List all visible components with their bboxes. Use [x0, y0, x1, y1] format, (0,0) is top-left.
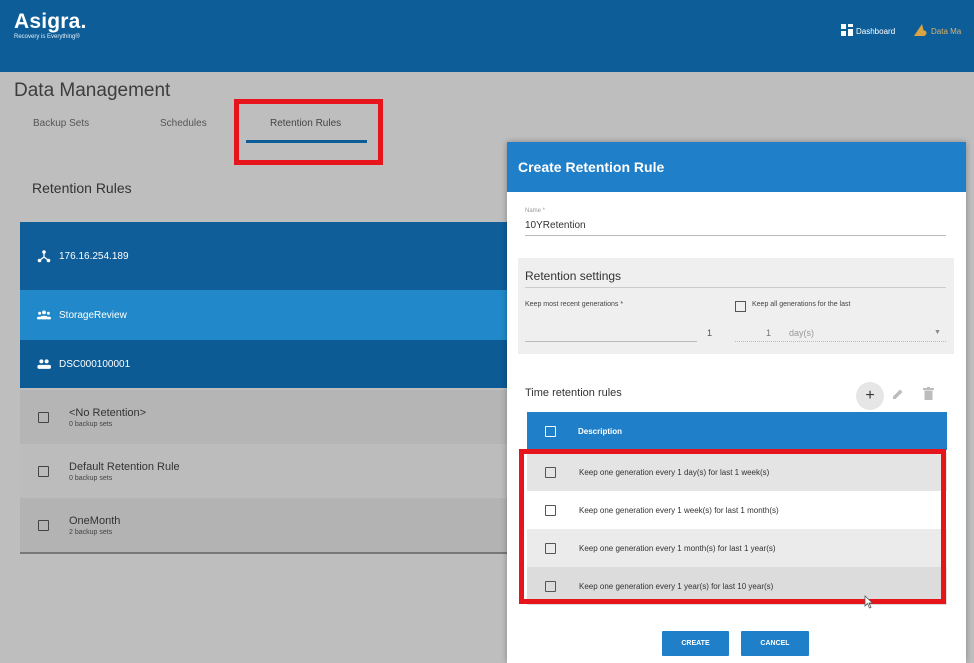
dashboard-icon — [841, 24, 853, 38]
edit-icon[interactable] — [892, 387, 904, 405]
plus-icon: + — [865, 387, 875, 404]
list-item[interactable]: Default Retention Rule 0 backup sets — [20, 444, 520, 498]
unit-underline — [735, 341, 946, 342]
rule-text: <No Retention> 0 backup sets — [69, 407, 146, 428]
keep-recent-input[interactable]: 1 — [707, 328, 712, 338]
cancel-button[interactable]: CANCEL — [741, 631, 809, 656]
data-management-link[interactable]: Data Ma — [914, 24, 961, 38]
highlight-box — [519, 449, 946, 604]
brand-tagline: Recovery is Everything® — [14, 34, 80, 40]
rule-checkbox[interactable] — [38, 519, 49, 531]
select-all-checkbox[interactable] — [545, 425, 556, 437]
rule-name: OneMonth — [69, 514, 121, 527]
keep-recent-underline — [525, 341, 697, 342]
rule-count: 0 backup sets — [69, 474, 113, 482]
dashboard-link[interactable]: Dashboard — [841, 24, 895, 38]
rule-checkbox[interactable] — [38, 465, 49, 477]
mouse-cursor-icon — [864, 595, 874, 614]
delete-icon[interactable] — [923, 387, 934, 405]
data-management-icon — [914, 24, 928, 38]
divider — [525, 287, 946, 288]
rule-name: <No Retention> — [69, 406, 147, 419]
keep-all-checkbox[interactable] — [735, 301, 746, 312]
time-retention-title: Time retention rules — [525, 387, 622, 399]
section-title: Retention Rules — [32, 180, 132, 196]
tree-item-server[interactable]: 176.16.254.189 — [20, 222, 520, 290]
client-label: StorageReview — [59, 309, 127, 321]
tab-bar: Backup Sets Schedules Retention Rules — [0, 118, 974, 144]
tree-item-client[interactable]: StorageReview — [20, 290, 520, 340]
tree-item-account[interactable]: DSC000100001 — [20, 340, 520, 388]
network-icon — [37, 249, 51, 263]
keep-all-label: Keep all generations for the last — [752, 301, 851, 308]
rule-count: 0 backup sets — [69, 420, 113, 428]
brand-logo[interactable]: Asigra. Recovery is Everything® — [14, 10, 87, 40]
retention-settings-title: Retention settings — [525, 269, 622, 283]
chevron-down-icon[interactable]: ▼ — [934, 329, 941, 336]
page-title: Data Management — [14, 80, 171, 101]
rule-text: OneMonth 2 backup sets — [69, 515, 120, 536]
name-field-label: Name * — [525, 208, 546, 214]
table-header: Description — [527, 412, 947, 450]
list-item[interactable]: <No Retention> 0 backup sets — [20, 390, 520, 444]
dialog-title: Create Retention Rule — [507, 142, 966, 192]
people-icon — [37, 357, 51, 371]
account-label: DSC000100001 — [59, 358, 131, 370]
rule-name: Default Retention Rule — [69, 460, 180, 473]
group-icon — [37, 308, 51, 322]
name-field-underline — [525, 235, 946, 236]
list-item[interactable]: OneMonth 2 backup sets — [20, 498, 520, 554]
rule-checkbox[interactable] — [38, 411, 49, 423]
dashboard-label: Dashboard — [856, 26, 896, 36]
keep-all-input[interactable]: 1 — [766, 328, 771, 338]
top-header: Asigra. Recovery is Everything® Dashboar… — [0, 0, 974, 72]
rule-text: Default Retention Rule 0 backup sets — [69, 461, 180, 482]
brand-name: Asigra. — [14, 10, 87, 33]
tab-schedules[interactable]: Schedules — [160, 118, 207, 129]
data-management-label: Data Ma — [931, 26, 962, 36]
tab-backup-sets[interactable]: Backup Sets — [33, 118, 89, 129]
server-label: 176.16.254.189 — [59, 250, 129, 262]
description-header: Description — [578, 426, 623, 436]
add-rule-button[interactable]: + — [856, 382, 884, 410]
name-field[interactable]: 10YRetention — [525, 220, 586, 231]
create-button[interactable]: CREATE — [662, 631, 729, 656]
keep-recent-label: Keep most recent generations * — [525, 301, 624, 308]
rule-count: 2 backup sets — [69, 528, 113, 536]
unit-select[interactable]: day(s) — [789, 328, 814, 338]
highlight-box — [234, 99, 383, 165]
